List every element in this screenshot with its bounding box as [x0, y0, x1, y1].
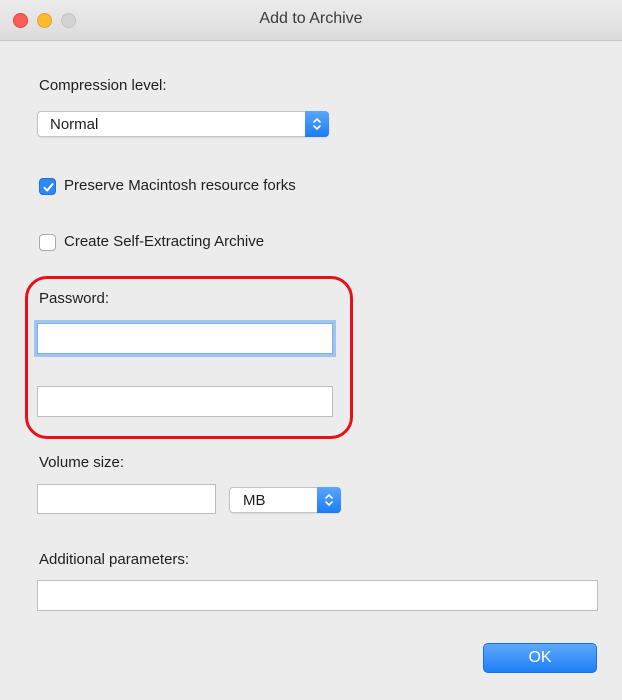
- ok-button[interactable]: OK: [483, 643, 597, 673]
- self-extracting-label: Create Self-Extracting Archive: [64, 233, 265, 250]
- chevron-updown-icon: [317, 487, 341, 513]
- additional-parameters-label: Additional parameters:: [39, 551, 190, 568]
- window-title: Add to Archive: [259, 10, 363, 27]
- volume-unit-value: MB: [243, 492, 266, 509]
- chevron-updown-icon: [305, 111, 329, 137]
- password-label: Password:: [39, 290, 110, 307]
- preserve-forks-checkbox[interactable]: [39, 178, 56, 195]
- title-bar: Add to Archive: [0, 0, 622, 41]
- volume-size-field[interactable]: [37, 484, 216, 514]
- additional-parameters-field[interactable]: [37, 580, 598, 611]
- password-confirm-field[interactable]: [37, 386, 333, 417]
- self-extracting-checkbox[interactable]: [39, 234, 56, 251]
- compression-level-select[interactable]: Normal: [37, 111, 329, 137]
- volume-size-label: Volume size:: [39, 454, 125, 471]
- compression-level-value: Normal: [50, 116, 99, 133]
- preserve-forks-label: Preserve Macintosh resource forks: [64, 177, 296, 194]
- volume-unit-select[interactable]: MB: [229, 487, 341, 513]
- compression-level-label: Compression level:: [39, 77, 167, 94]
- password-field[interactable]: [37, 323, 333, 354]
